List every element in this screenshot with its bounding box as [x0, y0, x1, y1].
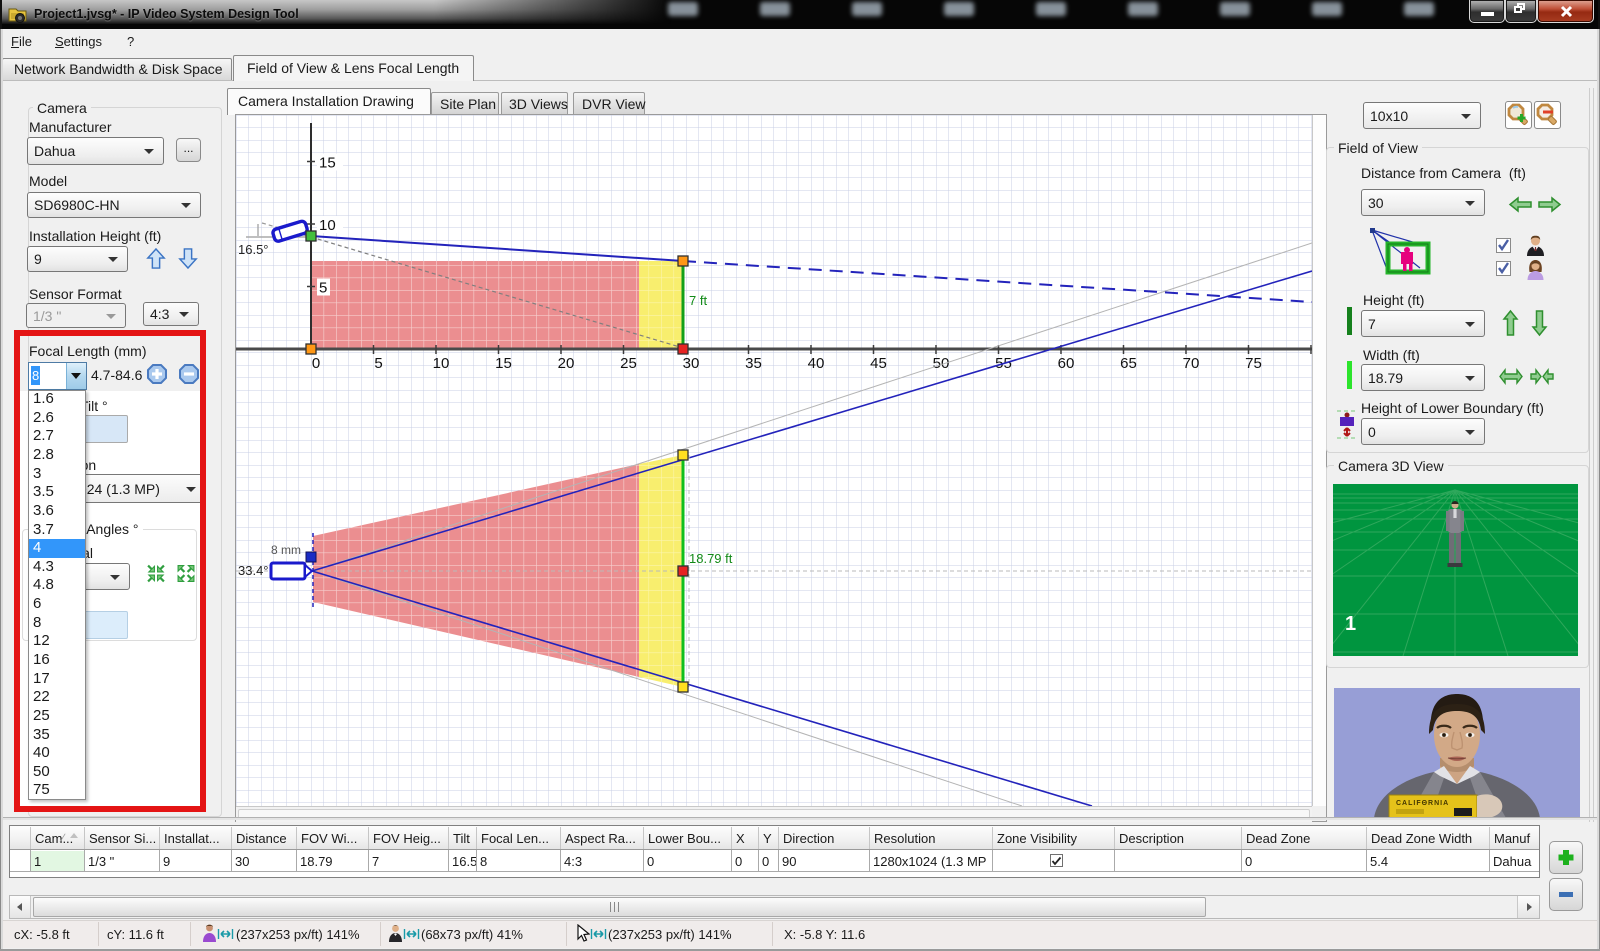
svg-text:5: 5 [374, 355, 382, 372]
svg-text:40: 40 [808, 355, 825, 372]
svg-text:15: 15 [495, 355, 512, 372]
svg-text:60: 60 [1058, 355, 1075, 372]
svg-text:1: 1 [1345, 613, 1356, 635]
svg-text:8 mm: 8 mm [271, 543, 301, 557]
svg-text:0: 0 [312, 355, 320, 372]
svg-text:33.4°: 33.4° [238, 563, 269, 578]
svg-text:10: 10 [319, 217, 336, 234]
svg-text:70: 70 [1183, 355, 1200, 372]
svg-text:5: 5 [319, 280, 327, 297]
svg-text:10: 10 [433, 355, 450, 372]
svg-text:16.5°: 16.5° [238, 242, 269, 257]
svg-text:65: 65 [1120, 355, 1137, 372]
svg-text:7 ft: 7 ft [689, 293, 707, 308]
svg-text:15: 15 [319, 155, 336, 172]
svg-text:18.79 ft: 18.79 ft [689, 551, 733, 566]
svg-text:75: 75 [1245, 355, 1262, 372]
svg-text:35: 35 [745, 355, 762, 372]
svg-text:30: 30 [683, 355, 700, 372]
svg-text:45: 45 [870, 355, 887, 372]
svg-text:25: 25 [620, 355, 637, 372]
svg-text:20: 20 [558, 355, 575, 372]
svg-text:CΑLIFΘRNIΑ: CΑLIFΘRNIΑ [1396, 800, 1449, 807]
svg-text:50: 50 [933, 355, 950, 372]
